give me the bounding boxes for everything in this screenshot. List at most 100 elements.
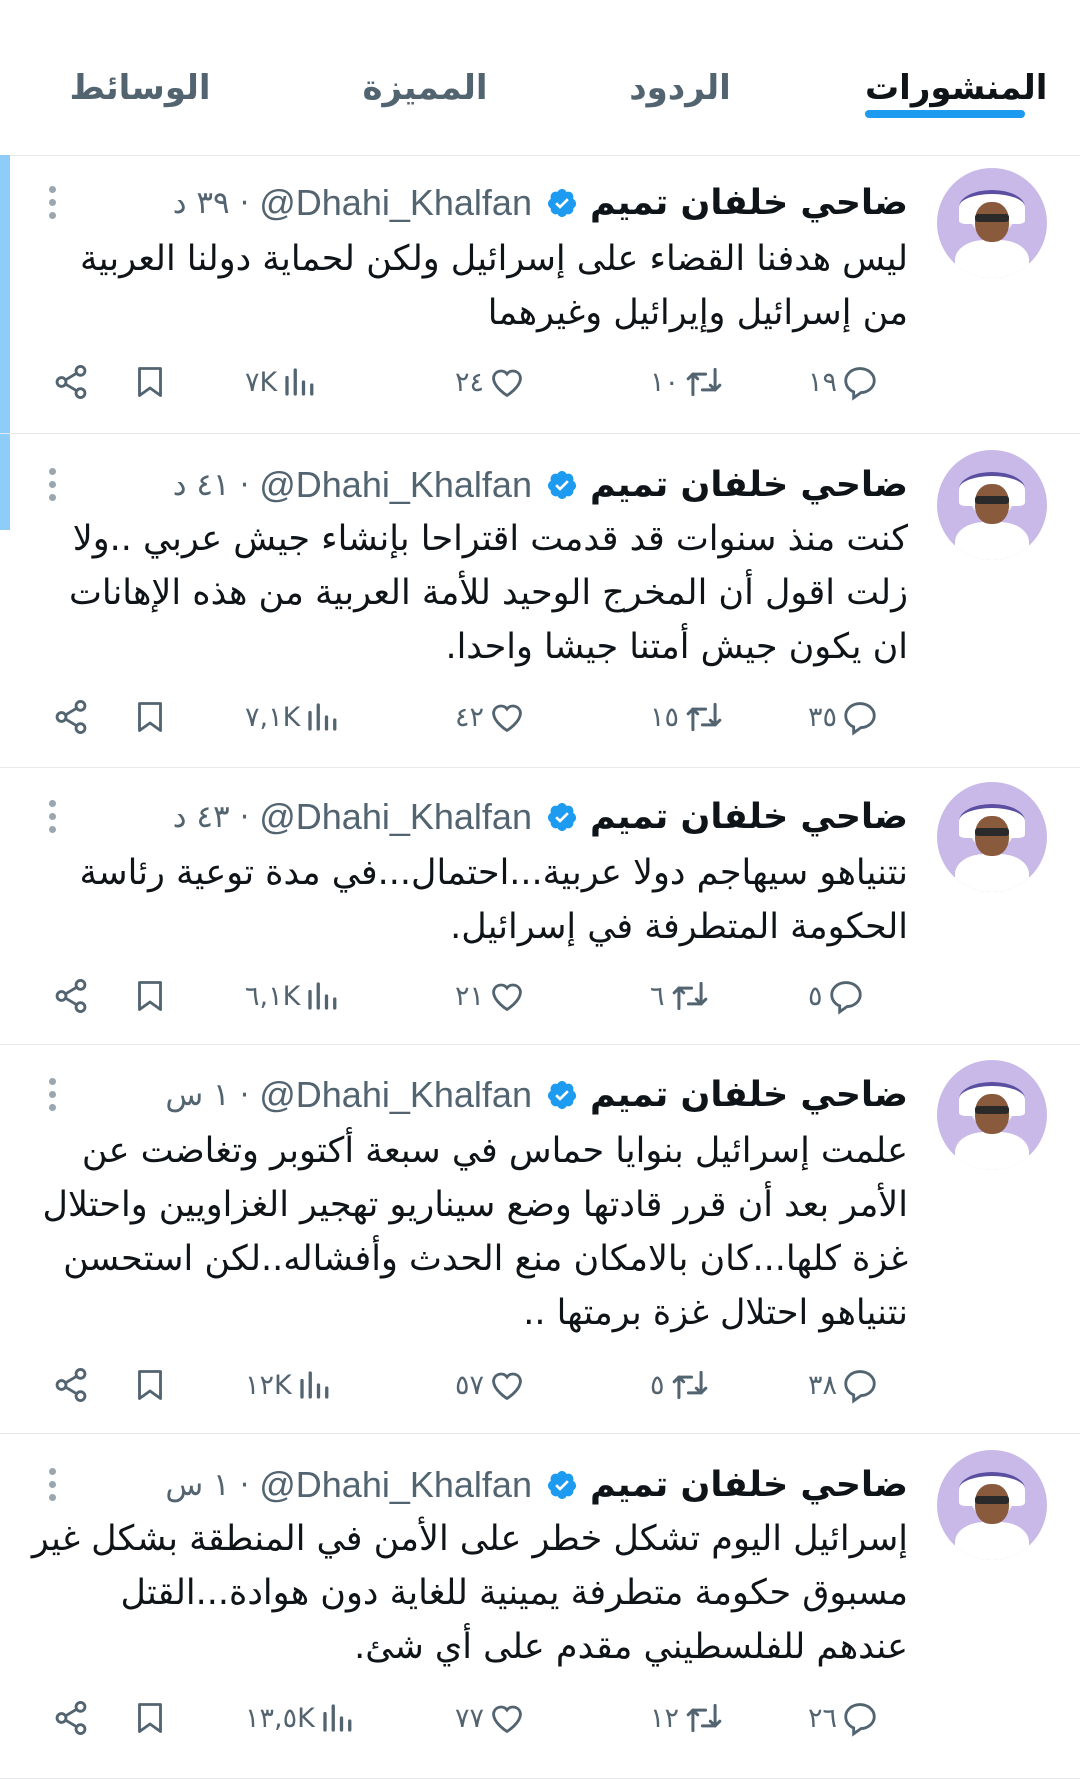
author-handle[interactable]: @Dhahi_Khalfan <box>259 1074 532 1116</box>
avatar[interactable] <box>937 782 1047 892</box>
more-options-icon[interactable] <box>46 186 58 226</box>
author-name[interactable]: ضاحي خلفان تميم <box>590 1465 908 1505</box>
tweet-timestamp[interactable]: ٤١ د <box>173 467 230 503</box>
tab-media[interactable]: الوسائط <box>65 58 215 118</box>
tweet-timestamp[interactable]: ٣٩ د <box>173 185 230 221</box>
share-button[interactable] <box>52 692 90 742</box>
analytics-icon <box>308 982 337 1010</box>
tab-replies-label: الردود <box>629 68 731 108</box>
like-count: ٢١ <box>455 980 485 1012</box>
tab-posts[interactable]: المنشورات <box>865 58 1047 118</box>
like-button[interactable]: ٧٧ <box>455 1693 526 1743</box>
reply-button[interactable]: ٣٨ <box>808 1360 879 1410</box>
tweet[interactable]: ضاحي خلفان تميم @Dhahi_Khalfan · ١ س إسر… <box>0 1433 1080 1779</box>
tweet-actions: ٣٥ ١٥ ٤٢ ٧,١K <box>0 692 1080 742</box>
repost-button[interactable]: ١٥ <box>650 692 725 742</box>
like-button[interactable]: ٢٤ <box>455 357 526 407</box>
more-options-icon[interactable] <box>46 800 58 840</box>
author-handle[interactable]: @Dhahi_Khalfan <box>259 796 532 838</box>
views-button[interactable]: ١٢K <box>245 1360 332 1410</box>
like-button[interactable]: ٥٧ <box>455 1360 526 1410</box>
bookmark-button[interactable] <box>132 971 168 1021</box>
separator-dot: · <box>239 185 250 221</box>
author-handle[interactable]: @Dhahi_Khalfan <box>259 1464 532 1506</box>
repost-button[interactable]: ١٠ <box>650 357 725 407</box>
reply-button[interactable]: ١٩ <box>808 357 879 407</box>
tweet[interactable]: ضاحي خلفان تميم @Dhahi_Khalfan · ٤١ د كن… <box>0 433 1080 768</box>
avatar[interactable] <box>937 1060 1047 1170</box>
analytics-icon <box>285 368 314 396</box>
bookmark-button[interactable] <box>132 357 168 407</box>
share-button[interactable] <box>52 357 90 407</box>
tweet-header: ضاحي خلفان تميم @Dhahi_Khalfan · ١ س <box>165 1070 908 1120</box>
verified-badge-icon <box>547 189 577 217</box>
avatar[interactable] <box>937 450 1047 560</box>
verified-badge-icon <box>547 803 577 831</box>
reply-count: ٥ <box>808 980 823 1012</box>
like-button[interactable]: ٤٢ <box>455 692 526 742</box>
tab-featured[interactable]: المميزة <box>350 58 500 118</box>
reply-button[interactable]: ٢٦ <box>808 1693 879 1743</box>
views-count: ١٢K <box>245 1369 292 1401</box>
views-button[interactable]: ٦,١K <box>245 971 340 1021</box>
tweet-actions: ١٩ ١٠ ٢٤ ٧K <box>0 357 1080 407</box>
share-button[interactable] <box>52 971 90 1021</box>
author-handle[interactable]: @Dhahi_Khalfan <box>259 182 532 224</box>
bookmark-button[interactable] <box>132 1360 168 1410</box>
repost-button[interactable]: ٦ <box>650 971 711 1021</box>
views-button[interactable]: ١٣,٥K <box>245 1693 355 1743</box>
like-count: ٥٧ <box>455 1369 485 1401</box>
avatar[interactable] <box>937 168 1047 278</box>
tweet-timestamp[interactable]: ١ س <box>165 1077 229 1113</box>
author-name[interactable]: ضاحي خلفان تميم <box>590 183 908 223</box>
author-name[interactable]: ضاحي خلفان تميم <box>590 465 908 505</box>
author-name[interactable]: ضاحي خلفان تميم <box>590 1075 908 1115</box>
repost-button[interactable]: ٥ <box>650 1360 711 1410</box>
repost-icon <box>686 702 722 732</box>
share-icon <box>55 700 87 734</box>
share-button[interactable] <box>52 1360 90 1410</box>
author-name[interactable]: ضاحي خلفان تميم <box>590 797 908 837</box>
reply-button[interactable]: ٣٥ <box>808 692 879 742</box>
like-button[interactable]: ٢١ <box>455 971 526 1021</box>
repost-count: ٦ <box>650 980 665 1012</box>
tweet-timestamp[interactable]: ٤٣ د <box>173 799 230 835</box>
like-count: ٧٧ <box>455 1702 485 1734</box>
verified-badge-icon <box>547 1081 577 1109</box>
reply-count: ١٩ <box>808 366 838 398</box>
heart-icon <box>492 369 522 398</box>
avatar[interactable] <box>937 1450 1047 1560</box>
tweet-header: ضاحي خلفان تميم @Dhahi_Khalfan · ٤٣ د <box>173 792 908 842</box>
more-options-icon[interactable] <box>46 1078 58 1118</box>
more-options-icon[interactable] <box>46 468 58 508</box>
bookmark-button[interactable] <box>132 692 168 742</box>
tweet-timestamp[interactable]: ١ س <box>165 1467 229 1503</box>
tweet-text: كنت منذ سنوات قد قدمت اقتراحا بإنشاء جيش… <box>68 519 908 667</box>
more-options-icon[interactable] <box>46 1468 58 1508</box>
share-button[interactable] <box>52 1693 90 1743</box>
tweet-header: ضاحي خلفان تميم @Dhahi_Khalfan · ٤١ د <box>173 460 908 510</box>
reply-count: ٢٦ <box>808 1702 838 1734</box>
bookmark-button[interactable] <box>132 1693 168 1743</box>
views-button[interactable]: ٧,١K <box>245 692 340 742</box>
tweet-text: علمت إسرائيل بنوايا حماس في سبعة أكتوبر … <box>42 1131 908 1333</box>
tweet[interactable]: ضاحي خلفان تميم @Dhahi_Khalfan · ١ س علم… <box>0 1044 1080 1434</box>
views-button[interactable]: ٧K <box>245 357 317 407</box>
repost-button[interactable]: ١٢ <box>650 1693 725 1743</box>
tweet-header: ضاحي خلفان تميم @Dhahi_Khalfan · ١ س <box>165 1460 908 1510</box>
repost-icon <box>672 981 707 1011</box>
author-handle[interactable]: @Dhahi_Khalfan <box>259 464 532 506</box>
bookmark-icon <box>138 981 162 1011</box>
tweet-text: إسرائيل اليوم تشكل خطر على الأمن في المن… <box>31 1519 908 1667</box>
tab-replies[interactable]: الردود <box>620 58 740 118</box>
share-icon <box>55 1701 87 1735</box>
separator-dot: · <box>239 799 250 835</box>
like-count: ٤٢ <box>455 701 485 733</box>
reply-icon <box>844 367 876 401</box>
reply-button[interactable]: ٥ <box>808 971 865 1021</box>
heart-icon <box>492 1705 522 1734</box>
repost-count: ١٥ <box>650 701 680 733</box>
tweet[interactable]: ضاحي خلفان تميم @Dhahi_Khalfan · ٣٩ د لي… <box>0 155 1080 434</box>
views-count: ٦,١K <box>245 980 301 1012</box>
tweet[interactable]: ضاحي خلفان تميم @Dhahi_Khalfan · ٤٣ د نت… <box>0 767 1080 1045</box>
